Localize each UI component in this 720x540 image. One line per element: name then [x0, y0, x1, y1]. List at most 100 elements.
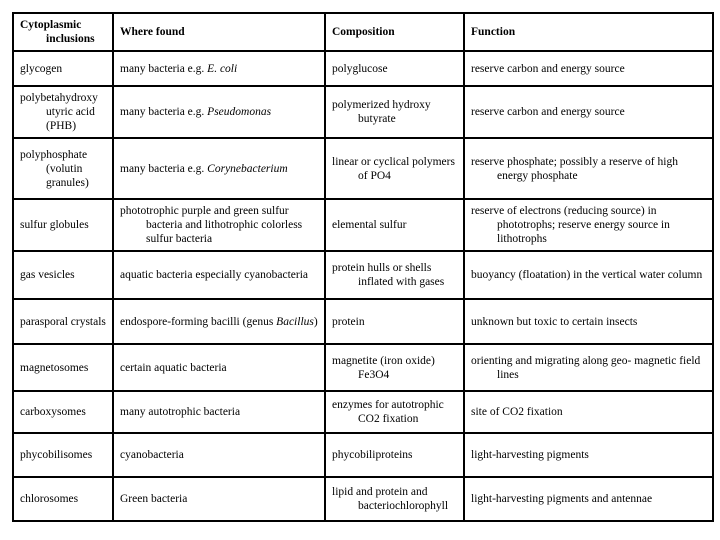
cell-composition: magnetite (iron oxide) Fe3O4 — [324, 343, 465, 392]
function-text: reserve of electrons (reducing source) i… — [471, 205, 670, 245]
where-found-text: many bacteria e.g. E. coli — [120, 62, 318, 76]
table-row: magnetosomes certain aquatic bacteria magn… — [12, 343, 714, 392]
composition-text: elemental sulfur — [332, 219, 407, 231]
where-found-text: endospore-forming bacilli (genus Bacillu… — [120, 315, 318, 329]
table-row: glycogen many bacteria e.g. E. coli polygl… — [12, 50, 714, 87]
function-text: reserve carbon and energy source — [471, 62, 625, 75]
function-text: buoyancy (floatation) in the vertical wa… — [471, 269, 703, 281]
cell-composition: enzymes for autotrophic CO2 fixation — [324, 390, 465, 434]
composition-text: linear or cyclical polymers of PO4 — [332, 155, 455, 182]
cell-inclusion: chlorosomes — [12, 476, 114, 522]
inclusion-name: parasporal crystals — [20, 315, 106, 328]
where-found-text: aquatic bacteria especially cyanobacteri… — [120, 268, 318, 282]
function-text: light-harvesting pigments — [471, 449, 589, 461]
header-row: Cytoplasmic inclusions Where found Compo… — [12, 12, 714, 52]
composition-text: magnetite (iron oxide) Fe3O4 — [332, 354, 435, 381]
organism-name: Pseudomonas — [207, 106, 272, 118]
cell-inclusion: gas vesicles — [12, 250, 114, 300]
cell-function: orienting and migrating along geo- magne… — [463, 343, 714, 392]
cell-composition: protein — [324, 298, 465, 345]
inclusion-name: chlorosomes — [20, 493, 79, 505]
cell-where-found: many bacteria e.g. Corynebacterium — [112, 137, 326, 200]
organism-name: Corynebacterium — [207, 162, 288, 175]
function-text: unknown but toxic to certain insects — [471, 315, 638, 328]
function-text: reserve phosphate; possibly a reserve of… — [471, 155, 678, 182]
cell-function: reserve phosphate; possibly a reserve of… — [463, 137, 714, 200]
inclusion-name: sulfur globules — [20, 219, 89, 231]
function-text: orienting and migrating along geo- magne… — [471, 354, 701, 381]
cell-inclusion: magnetosomes — [12, 343, 114, 392]
inclusion-name: polybetahydroxy utyric acid (PHB) — [20, 92, 98, 132]
cell-inclusion: phycobilisomes — [12, 432, 114, 478]
cell-where-found: certain aquatic bacteria — [112, 343, 326, 392]
cell-where-found: many bacteria e.g. E. coli — [112, 50, 326, 87]
table-row: chlorosomes Green bacteria lipid and prote… — [12, 476, 714, 522]
table-row: polyphosphate (volutin granules) many bac… — [12, 137, 714, 200]
header-where-found: Where found — [112, 12, 326, 52]
cell-inclusion: polyphosphate (volutin granules) — [12, 137, 114, 200]
where-found-text: Green bacteria — [120, 492, 318, 506]
where-found-text: many bacteria e.g. Pseudomonas — [120, 105, 318, 119]
cell-where-found: many autotrophic bacteria — [112, 390, 326, 434]
cell-function: unknown but toxic to certain insects — [463, 298, 714, 345]
table-row: carboxysomes many autotrophic bacteria enz… — [12, 390, 714, 434]
cell-inclusion: parasporal crystals — [12, 298, 114, 345]
cell-where-found: many bacteria e.g. Pseudomonas — [112, 85, 326, 139]
cell-function: reserve carbon and energy source — [463, 85, 714, 139]
composition-text: protein hulls or shells inflated with ga… — [332, 262, 445, 288]
cell-inclusion: carboxysomes — [12, 390, 114, 434]
composition-text: enzymes for autotrophic CO2 fixation — [332, 399, 444, 425]
inclusion-name: magnetosomes — [20, 361, 89, 374]
cell-function: buoyancy (floatation) in the vertical wa… — [463, 250, 714, 300]
where-found-post: ) — [313, 315, 318, 328]
function-text: reserve carbon and energy source — [471, 106, 625, 118]
cell-composition: linear or cyclical polymers of PO4 — [324, 137, 465, 200]
cell-where-found: Green bacteria — [112, 476, 326, 522]
cell-inclusion: polybetahydroxy utyric acid (PHB) — [12, 85, 114, 139]
inclusion-name: phycobilisomes — [20, 449, 93, 461]
cell-composition: polyglucose — [324, 50, 465, 87]
cell-function: site of CO2 fixation — [463, 390, 714, 434]
cell-inclusion: sulfur globules — [12, 198, 114, 252]
cell-where-found: phototrophic purple and green sulfur bac… — [112, 198, 326, 252]
cell-composition: elemental sulfur — [324, 198, 465, 252]
cell-composition: lipid and protein and bacteriochlorophyl… — [324, 476, 465, 522]
table-row: polybetahydroxy utyric acid (PHB) many ba… — [12, 85, 714, 139]
where-found-pre: aquatic bacteria especially cyanobacteri… — [120, 269, 309, 281]
header-composition: Composition — [324, 12, 465, 52]
composition-text: protein — [332, 315, 365, 328]
cell-where-found: endospore-forming bacilli (genus Bacillu… — [112, 298, 326, 345]
cell-composition: phycobiliproteins — [324, 432, 465, 478]
where-found-pre: endospore-forming bacilli (genus — [120, 315, 277, 328]
composition-text: polymerized hydroxy butyrate — [332, 99, 431, 125]
cell-composition: polymerized hydroxy butyrate — [324, 85, 465, 139]
table-row: gas vesicles aquatic bacteria especially … — [12, 250, 714, 300]
where-found-text: many bacteria e.g. Corynebacterium — [120, 162, 318, 176]
table-row: phycobilisomes cyanobacteria phycobiliprot… — [12, 432, 714, 478]
organism-name: E. coli — [207, 62, 238, 75]
inclusion-name: glycogen — [20, 62, 63, 75]
cell-function: light-harvesting pigments — [463, 432, 714, 478]
cytoplasmic-inclusions-table: Cytoplasmic inclusions Where found Compo… — [12, 12, 714, 522]
cell-function: reserve carbon and energy source — [463, 50, 714, 87]
cell-composition: protein hulls or shells inflated with ga… — [324, 250, 465, 300]
header-inclusion: Cytoplasmic inclusions — [12, 12, 114, 52]
where-found-pre: many autotrophic bacteria — [120, 406, 241, 418]
where-found-text: certain aquatic bacteria — [120, 361, 318, 375]
where-found-pre: many bacteria e.g. — [120, 162, 208, 175]
inclusion-name: gas vesicles — [20, 269, 75, 281]
where-found-pre: certain aquatic bacteria — [120, 361, 227, 374]
function-text: light-harvesting pigments and antennae — [471, 493, 653, 505]
where-found-pre: many bacteria e.g. — [120, 106, 208, 118]
cell-inclusion: glycogen — [12, 50, 114, 87]
cell-where-found: aquatic bacteria especially cyanobacteri… — [112, 250, 326, 300]
inclusion-name: polyphosphate (volutin granules) — [20, 148, 89, 189]
where-found-pre: many bacteria e.g. — [120, 62, 208, 75]
table-row: sulfur globules phototrophic purple and g… — [12, 198, 714, 252]
header-inclusion-text: Cytoplasmic inclusions — [20, 19, 95, 45]
inclusion-name: carboxysomes — [20, 406, 86, 418]
composition-text: lipid and protein and bacteriochlorophyl… — [332, 486, 449, 512]
cell-function: light-harvesting pigments and antennae — [463, 476, 714, 522]
composition-text: polyglucose — [332, 62, 388, 75]
where-found-text: many autotrophic bacteria — [120, 405, 318, 419]
